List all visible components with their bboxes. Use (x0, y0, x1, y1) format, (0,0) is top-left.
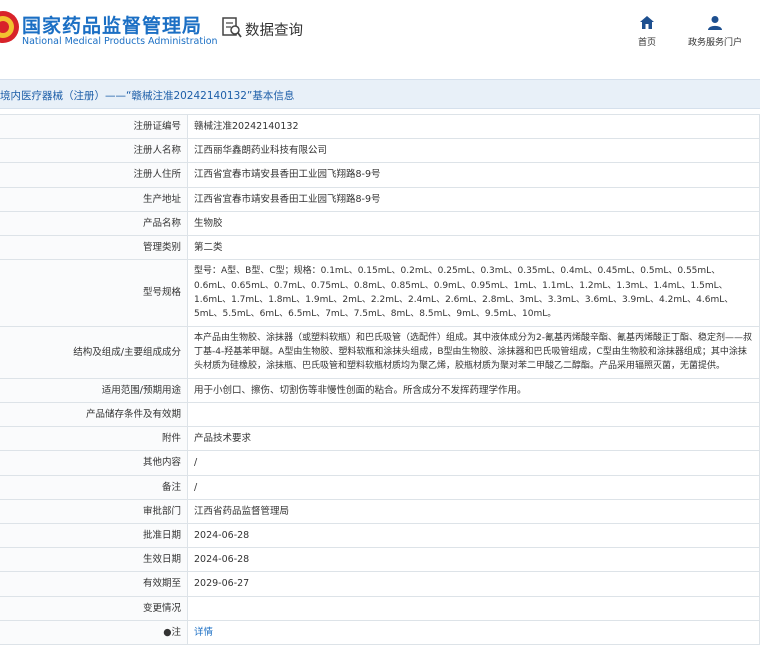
field-value: 生物胶 (187, 210, 760, 236)
field-value: 用于小创口、擦伤、切割伤等非慢性创面的粘合。所含成分不发挥药理学作用。 (187, 377, 760, 404)
table-row: 注册人住所 江西省宜春市靖安县香田工业园飞翔路8-9号 (0, 162, 760, 188)
field-label: 备注 (0, 474, 188, 500)
field-value: 2029-06-27 (187, 571, 760, 597)
table-row: 其他内容 / (0, 450, 760, 476)
field-label: 注册人住所 (0, 162, 188, 188)
home-icon (640, 16, 654, 29)
table-row: 有效期至 2029-06-27 (0, 571, 760, 597)
field-value: 本产品由生物胶、涂抹器（或塑料软瓶）和巴氏吸管（选配件）组成。其中液体成分为2-… (187, 325, 760, 379)
field-label: 注册人名称 (0, 138, 188, 164)
record-title-bar: 境内医疗器械（注册）——“赣械注准20242140132”基本信息 (0, 79, 760, 109)
table-row: 附件 产品技术要求 (0, 426, 760, 452)
nav-home-label: 首页 (637, 38, 656, 48)
field-label: 产品名称 (0, 210, 188, 236)
table-row: 型号规格 型号：A型、B型、C型；规格：0.1mL、0.15mL、0.2mL、0.… (0, 259, 760, 327)
field-label: 型号规格 (0, 259, 188, 327)
emblem-icon (0, 11, 19, 43)
field-value: 江西省宜春市靖安县香田工业园飞翔路8-9号 (187, 186, 760, 212)
field-label: 产品储存条件及有效期 (0, 402, 188, 428)
field-value (187, 402, 760, 428)
field-value: 江西省宜春市靖安县香田工业园飞翔路8-9号 (187, 162, 760, 188)
field-label: 管理类别 (0, 234, 188, 261)
field-label: 注册证编号 (0, 113, 188, 140)
field-label: 批准日期 (0, 522, 188, 549)
field-value: / (187, 474, 760, 500)
site-subtitle: National Medical Products Administration (22, 36, 218, 47)
field-value: 江西省药品监督管理局 (187, 498, 760, 524)
field-value: 第二类 (187, 234, 760, 261)
details-link[interactable]: 详情 (194, 627, 213, 638)
table-row: 产品名称 生物胶 (0, 210, 760, 236)
table-row: ●注 详情 (0, 619, 760, 645)
field-label: 结构及组成/主要组成成分 (0, 325, 188, 379)
table-row: 批准日期 2024-06-28 (0, 522, 760, 549)
site-title[interactable]: 国家药品监督管理局 (22, 11, 202, 38)
nav-service-portal[interactable]: 政务服务门户 (684, 14, 746, 48)
field-label: 有效期至 (0, 571, 188, 597)
field-value: 赣械注准20242140132 (187, 113, 760, 140)
record-detail-table: 注册证编号 赣械注准20242140132 注册人名称 江西丽华鑫朗药业科技有限公司… (0, 113, 760, 645)
field-label: 生效日期 (0, 547, 188, 573)
table-row: 适用范围/预期用途 用于小创口、擦伤、切割伤等非慢性创面的粘合。所含成分不发挥药理… (0, 377, 760, 404)
site-header: 国家药品监督管理局 National Medical Products Admi… (0, 0, 760, 64)
field-value: 型号：A型、B型、C型；规格：0.1mL、0.15mL、0.2mL、0.25mL… (187, 259, 760, 327)
table-row: 审批部门 江西省药品监督管理局 (0, 498, 760, 524)
table-row: 生效日期 2024-06-28 (0, 547, 760, 573)
field-value: 2024-06-28 (187, 547, 760, 573)
table-row: 产品储存条件及有效期 (0, 402, 760, 428)
nav-home[interactable]: 首页 (632, 14, 662, 48)
field-label: 附件 (0, 426, 188, 452)
user-icon (708, 16, 722, 30)
field-value: 江西丽华鑫朗药业科技有限公司 (187, 138, 760, 164)
table-row: 备注 / (0, 474, 760, 500)
field-label: 审批部门 (0, 498, 188, 524)
table-row: 管理类别 第二类 (0, 234, 760, 261)
table-row: 注册人名称 江西丽华鑫朗药业科技有限公司 (0, 138, 760, 164)
data-query-icon (222, 17, 242, 38)
table-row: 生产地址 江西省宜春市靖安县香田工业园飞翔路8-9号 (0, 186, 760, 212)
field-value (187, 595, 760, 621)
field-label: ●注 (0, 619, 188, 645)
field-label: 变更情况 (0, 595, 188, 621)
field-value: / (187, 450, 760, 476)
field-value: 产品技术要求 (187, 426, 760, 452)
field-value: 2024-06-28 (187, 522, 760, 549)
nav-service-portal-label: 政务服务门户 (687, 38, 742, 48)
data-query-title: 数据查询 (245, 23, 303, 39)
field-label: 生产地址 (0, 186, 188, 212)
table-row: 注册证编号 赣械注准20242140132 (0, 113, 760, 140)
table-row: 变更情况 (0, 595, 760, 621)
field-label: 其他内容 (0, 450, 188, 476)
details-cell: 详情 (187, 619, 760, 645)
field-label: 适用范围/预期用途 (0, 377, 188, 404)
table-row: 结构及组成/主要组成成分 本产品由生物胶、涂抹器（或塑料软瓶）和巴氏吸管（选配件）… (0, 325, 760, 379)
record-title: 境内医疗器械（注册）——“赣械注准20242140132”基本信息 (0, 90, 295, 102)
